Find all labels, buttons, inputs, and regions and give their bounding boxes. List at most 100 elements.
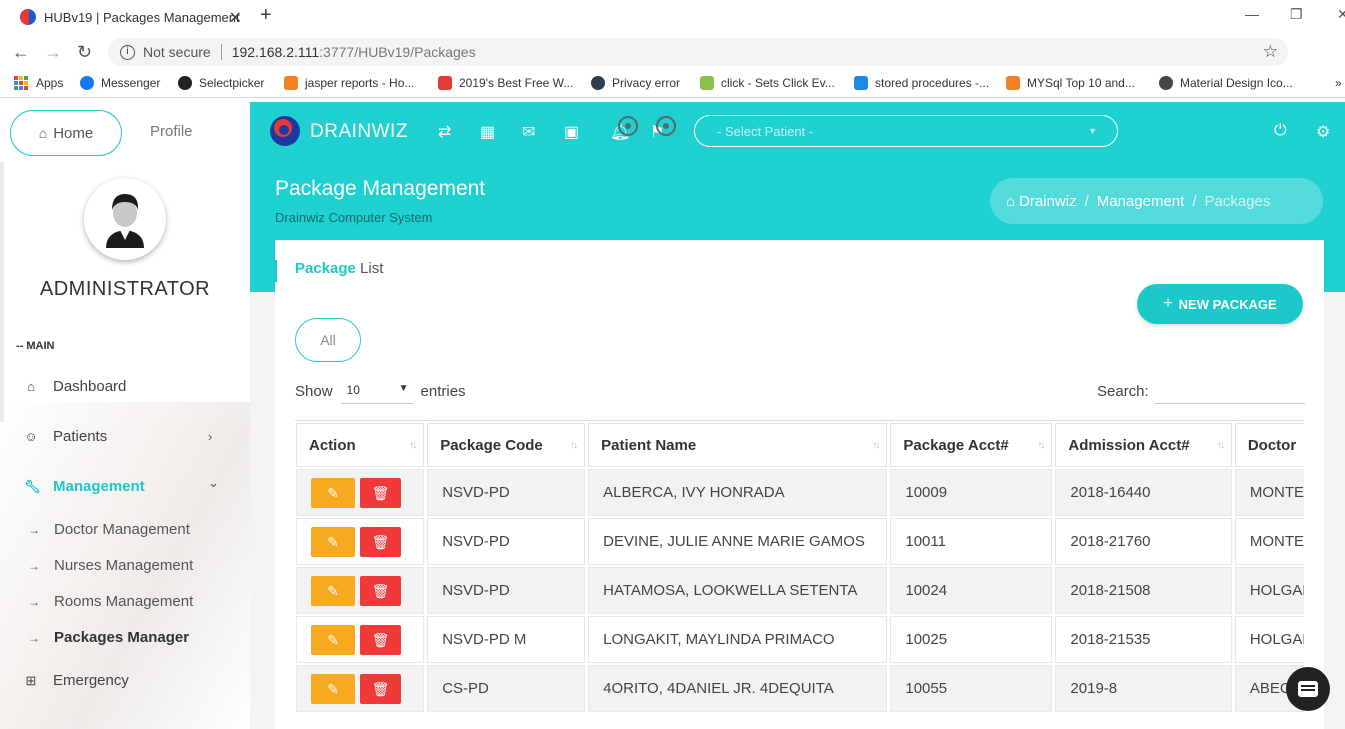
edit-button[interactable]: ✎ <box>311 624 355 655</box>
bookmark-item[interactable]: MYSql Top 10 and... <box>1006 76 1135 90</box>
column-header-doctor[interactable]: Doctor <box>1234 423 1304 467</box>
plus-icon: + <box>1163 295 1173 312</box>
sort-icon: ↑↓ <box>1216 440 1225 451</box>
minimize-icon[interactable]: — <box>1245 6 1259 22</box>
wrench-icon: 🔧︎ <box>24 478 41 494</box>
column-header-package-acct[interactable]: Package Acct# ↑↓ <box>890 423 1053 467</box>
breadcrumb-drainwiz[interactable]: Drainwiz <box>1019 193 1077 210</box>
table-row[interactable]: ✎ 🗑︎ NSVD-PD DEVINE, JULIE ANNE MARIE GAMOS… <box>296 518 1304 565</box>
sidebar-item-dashboard[interactable]: ⌂ Dashboard <box>24 378 126 395</box>
sidebar-item-emergency[interactable]: ⊞ Emergency <box>24 672 129 689</box>
cell-pkg-acct: 10011 <box>890 518 1053 565</box>
bookmark-label: jasper reports - Ho... <box>305 76 415 90</box>
bookmark-star-icon[interactable]: ☆ <box>1263 42 1278 62</box>
delete-button[interactable]: 🗑︎ <box>360 526 401 557</box>
sidebar-item-patients[interactable]: ☺ Patients <box>24 428 107 445</box>
info-icon[interactable]: i <box>120 44 135 60</box>
table-row[interactable]: ✎ 🗑︎ NSVD-PD ALBERCA, IVY HONRADA 10009 2018-… <box>296 469 1304 516</box>
edit-button[interactable]: ✎ <box>311 477 355 508</box>
home-tab[interactable]: ⌂ Home <box>10 110 122 156</box>
sidebar-item-label: Emergency <box>53 672 129 689</box>
home-icon: ⌂ <box>27 379 35 394</box>
browser-tab[interactable]: HUBv19 | Packages Management ✕ <box>8 2 248 32</box>
new-package-label: NEW PACKAGE <box>1178 296 1277 312</box>
bookmark-item[interactable]: 2019's Best Free W... <box>438 76 573 90</box>
new-tab-button[interactable]: + <box>260 4 272 27</box>
close-window-icon[interactable]: ✕ <box>1337 6 1345 23</box>
column-header-admission-acct[interactable]: Admission Acct# ↑↓ <box>1055 423 1232 467</box>
packages-table-wrapper[interactable]: Action ↑↓ Package Code ↑↓ Patient Name ↑↓ P… <box>295 420 1304 729</box>
cell-adm-acct: 2018-21535 <box>1055 616 1232 663</box>
bookmark-item[interactable]: Material Design Ico... <box>1159 76 1293 90</box>
delete-button[interactable]: 🗑︎ <box>360 477 401 508</box>
section-label: -- MAIN <box>16 340 55 352</box>
new-package-button[interactable]: + NEW PACKAGE <box>1137 284 1303 324</box>
sort-icon: ↑↓ <box>872 440 880 451</box>
chat-button[interactable] <box>1286 667 1330 711</box>
chat-icon <box>1298 681 1318 697</box>
sort-icon: ↑↓ <box>570 440 578 451</box>
column-header-package-code[interactable]: Package Code ↑↓ <box>427 423 586 467</box>
edit-button[interactable]: ✎ <box>311 673 355 704</box>
back-icon[interactable]: ← <box>12 42 30 63</box>
trash-icon: 🗑︎ <box>371 484 390 501</box>
card-title: Package List <box>275 260 383 282</box>
column-label: Admission Acct# <box>1068 436 1190 454</box>
bookmark-item[interactable]: Privacy error <box>591 76 680 90</box>
column-label: Patient Name <box>601 436 697 454</box>
table-row[interactable]: ✎ 🗑︎ NSVD-PD HATAMOSA, LOOKWELLA SETENTA 100… <box>296 567 1304 614</box>
drainwiz-logo[interactable] <box>270 116 300 146</box>
notification-ring-icon <box>618 116 638 136</box>
column-header-action[interactable]: Action ↑↓ <box>296 423 425 467</box>
table-row[interactable]: ✎ 🗑︎ NSVD-PD M LONGAKIT, MAYLINDA PRIMACO 10… <box>296 616 1304 663</box>
url-input[interactable]: i Not secure 192.168.2.111:3777/HUBv19/P… <box>108 38 1288 66</box>
brand-name[interactable]: DRAINWIZ <box>310 121 408 143</box>
contact-card-icon[interactable]: ▣ <box>564 122 579 142</box>
sidebar-item-management[interactable]: 🔧︎ Management <box>24 478 145 495</box>
edit-button[interactable]: ✎ <box>311 526 355 557</box>
sidebar-sub-doctor-management[interactable]: → Doctor Management <box>28 521 190 538</box>
bookmark-item[interactable]: jasper reports - Ho... <box>284 76 414 90</box>
power-icon[interactable]: ⏻ <box>1274 122 1287 140</box>
delete-button[interactable]: 🗑︎ <box>360 624 401 655</box>
bookmark-item[interactable]: Messenger <box>80 76 160 90</box>
bookmark-label: Selectpicker <box>199 76 265 90</box>
messenger-icon <box>80 76 94 90</box>
profile-tab[interactable]: Profile <box>150 123 193 140</box>
forward-icon[interactable]: → <box>44 42 62 63</box>
column-label: Package Code <box>440 436 543 454</box>
database-icon <box>854 76 868 90</box>
table-row[interactable]: ✎ 🗑︎ CS-PD 4ORITO, 4DANIEL JR. 4DEQUITA 1005… <box>296 665 1304 712</box>
calendar-icon[interactable]: ▦ <box>480 122 495 142</box>
column-header-patient-name[interactable]: Patient Name ↑↓ <box>588 423 888 467</box>
breadcrumb-management[interactable]: Management <box>1097 193 1185 210</box>
cell-pkg-acct: 10024 <box>890 567 1053 614</box>
column-label: Action <box>309 436 356 454</box>
trash-icon: 🗑︎ <box>371 680 390 697</box>
edit-button[interactable]: ✎ <box>311 575 355 606</box>
mail-icon[interactable]: ✉ <box>522 122 535 142</box>
select-patient-dropdown[interactable]: - Select Patient - ▼ <box>694 115 1118 147</box>
table-search: Search: <box>1097 378 1305 404</box>
sidebar: ⌂ Home Profile ADMINISTRATOR -- MAIN ⌂ D… <box>0 102 250 729</box>
sidebar-sub-packages-manager[interactable]: → Packages Manager <box>28 629 189 646</box>
bookmark-item[interactable]: click - Sets Click Ev... <box>700 76 835 90</box>
tab-close-icon[interactable]: ✕ <box>229 8 242 28</box>
more-bookmarks-icon[interactable]: » <box>1335 76 1342 90</box>
bookmark-item[interactable]: Apps <box>14 76 63 90</box>
search-input[interactable] <box>1154 378 1305 404</box>
restore-icon[interactable]: ❐ <box>1290 6 1303 23</box>
filter-all-button[interactable]: All <box>295 318 361 362</box>
column-label: Doctor <box>1247 436 1297 454</box>
delete-button[interactable]: 🗑︎ <box>360 575 401 606</box>
bookmark-item[interactable]: stored procedures -... <box>854 76 989 90</box>
gear-icon[interactable]: ⚙ <box>1316 122 1330 142</box>
delete-button[interactable]: 🗑︎ <box>360 673 401 704</box>
entries-select[interactable]: 10 ▼ <box>340 378 413 404</box>
swap-icon[interactable]: ⇄ <box>438 122 451 142</box>
sidebar-sub-nurses-management[interactable]: → Nurses Management <box>28 557 193 574</box>
bookmark-item[interactable]: Selectpicker <box>178 76 264 90</box>
sidebar-sub-rooms-management[interactable]: → Rooms Management <box>28 593 193 610</box>
reload-icon[interactable]: ↻ <box>77 42 92 63</box>
cell-doctor: MONTE, MELL <box>1234 518 1304 565</box>
